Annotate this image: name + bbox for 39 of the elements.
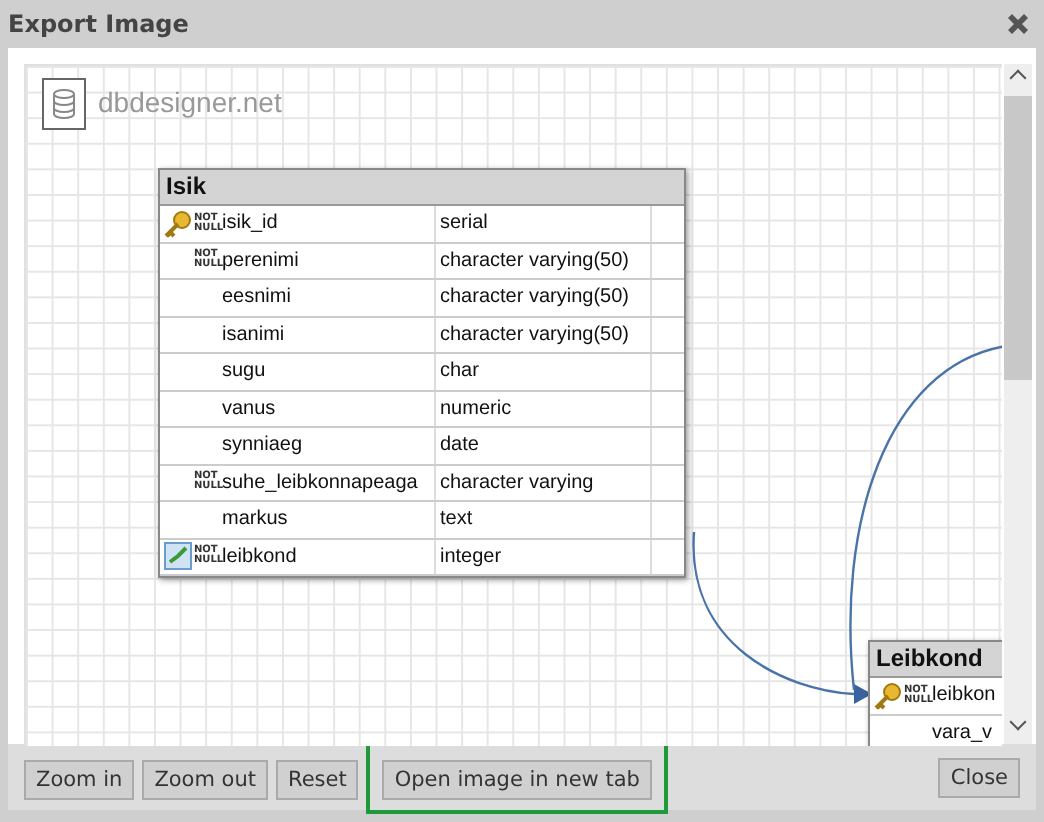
table-name: Leibkond bbox=[870, 642, 1003, 678]
close-button[interactable]: Close bbox=[938, 757, 1020, 797]
field-type: date bbox=[434, 428, 650, 463]
link-icon bbox=[164, 542, 192, 571]
toolbar-button[interactable]: Open image in new tab bbox=[382, 759, 652, 799]
field-name: leibkon bbox=[932, 682, 998, 710]
field-type: text bbox=[434, 502, 650, 537]
field-name: sugu bbox=[222, 358, 268, 386]
scrollbar-thumb[interactable] bbox=[1004, 96, 1033, 380]
field-name: eesnimi bbox=[222, 284, 293, 312]
field-name: synniaeg bbox=[222, 432, 305, 460]
logo-text: dbdesigner.net bbox=[98, 86, 282, 118]
field-name: perenimi bbox=[222, 247, 301, 275]
field-type: character varying(50) bbox=[434, 243, 650, 278]
scrollbar[interactable] bbox=[1004, 64, 1032, 744]
toolbar-button[interactable]: Zoom out bbox=[142, 759, 268, 799]
field-name: suhe_leibkonnapeaga bbox=[222, 469, 420, 497]
field-type: numeric bbox=[434, 391, 650, 426]
toolbar-button[interactable]: Zoom in bbox=[24, 759, 135, 799]
field-name: vara_v bbox=[932, 719, 995, 746]
table-name: Isik bbox=[160, 170, 684, 206]
field-name: markus bbox=[222, 506, 290, 534]
database-icon bbox=[42, 78, 86, 130]
key-icon bbox=[874, 681, 902, 710]
field-name: vanus bbox=[222, 395, 278, 423]
field-name: isanimi bbox=[222, 321, 287, 349]
window-title: Export Image bbox=[8, 10, 189, 38]
field-name: isik_id bbox=[222, 210, 280, 238]
field-type: serial bbox=[434, 206, 650, 241]
field-type: character varying(50) bbox=[434, 317, 650, 352]
table-card[interactable] bbox=[158, 168, 686, 578]
field-type: character varying bbox=[434, 465, 650, 500]
field-type: character varying(50) bbox=[434, 280, 650, 315]
toolbar-button[interactable]: Reset bbox=[276, 759, 359, 799]
close-icon[interactable] bbox=[1006, 12, 1030, 36]
field-type: char bbox=[434, 354, 650, 389]
field-type: integer bbox=[434, 539, 650, 574]
key-icon bbox=[164, 209, 192, 238]
field-name: leibkond bbox=[222, 543, 299, 571]
